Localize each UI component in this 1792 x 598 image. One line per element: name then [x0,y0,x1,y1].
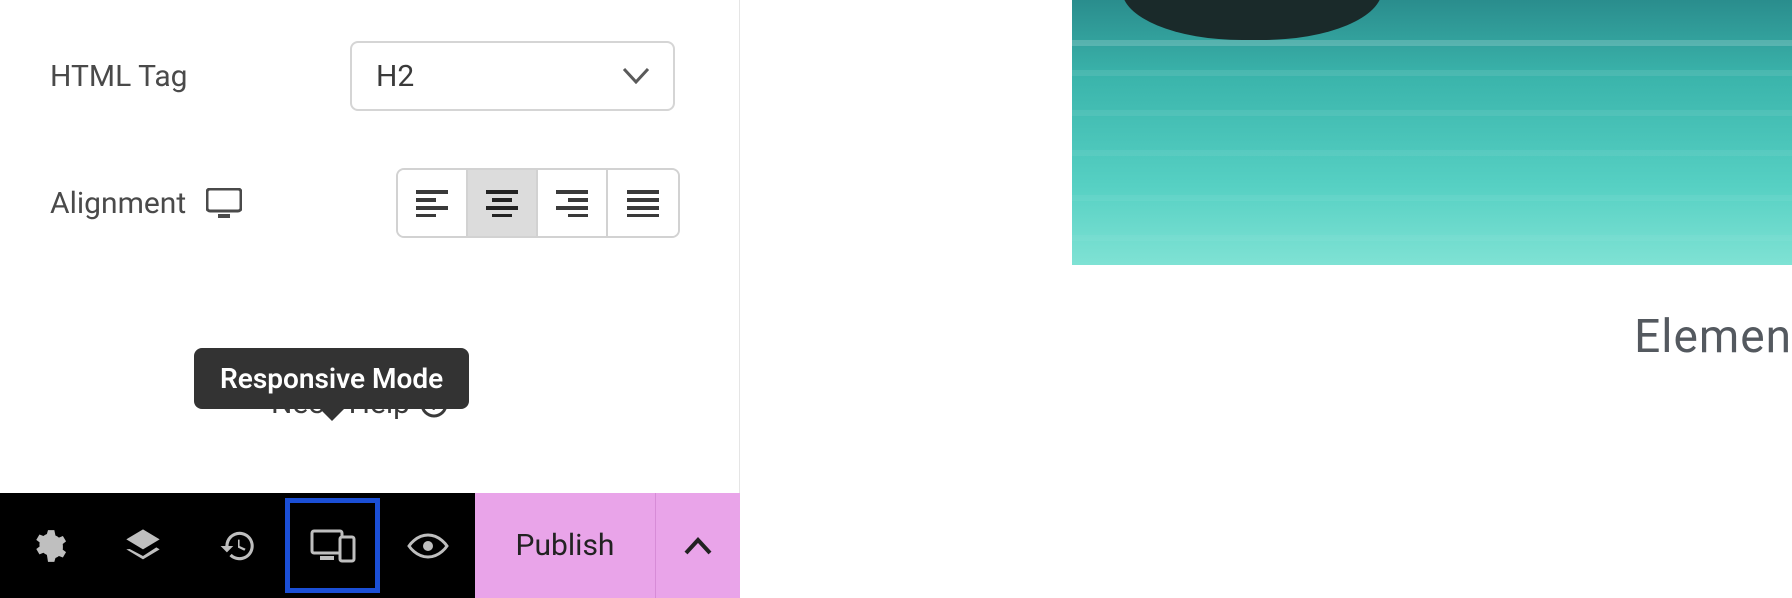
preview-image [1072,0,1792,265]
control-row-alignment: Alignment [0,167,739,239]
bottom-toolbar: Publish [0,493,740,598]
caret-down-icon [623,68,649,84]
responsive-mode-button[interactable] [285,498,380,593]
control-row-html-tag: HTML Tag H2 [0,40,739,112]
publish-button[interactable]: Publish [475,493,655,598]
preview-button[interactable] [380,493,475,598]
eye-icon [407,532,449,560]
alignment-label-text: Alignment [50,186,186,221]
align-center-button[interactable] [468,170,538,236]
align-right-icon [556,189,588,217]
align-justify-button[interactable] [608,170,678,236]
align-left-button[interactable] [398,170,468,236]
publish-button-label: Publish [516,528,615,563]
publish-options-button[interactable] [655,493,740,598]
html-tag-select[interactable]: H2 [350,41,675,111]
responsive-mode-tooltip: Responsive Mode [194,348,469,409]
align-center-icon [486,189,518,217]
align-justify-icon [627,189,659,217]
html-tag-select-value: H2 [376,59,414,94]
alignment-button-group [396,168,680,238]
html-tag-label: HTML Tag [50,59,350,94]
navigator-button[interactable] [95,493,190,598]
editor-panel: HTML Tag H2 Alignment [0,0,740,598]
alignment-label: Alignment [50,186,350,221]
preview-heading-text[interactable]: Elemen [1634,310,1792,364]
settings-button[interactable] [0,493,95,598]
history-button[interactable] [190,493,285,598]
align-right-button[interactable] [538,170,608,236]
preview-canvas[interactable]: Elemen [740,0,1792,598]
gear-icon [29,527,67,565]
devices-icon [310,527,356,565]
chevron-up-icon [684,537,712,555]
desktop-icon[interactable] [206,188,242,218]
history-icon [219,527,257,565]
layers-icon [123,526,163,566]
align-left-icon [416,189,448,217]
